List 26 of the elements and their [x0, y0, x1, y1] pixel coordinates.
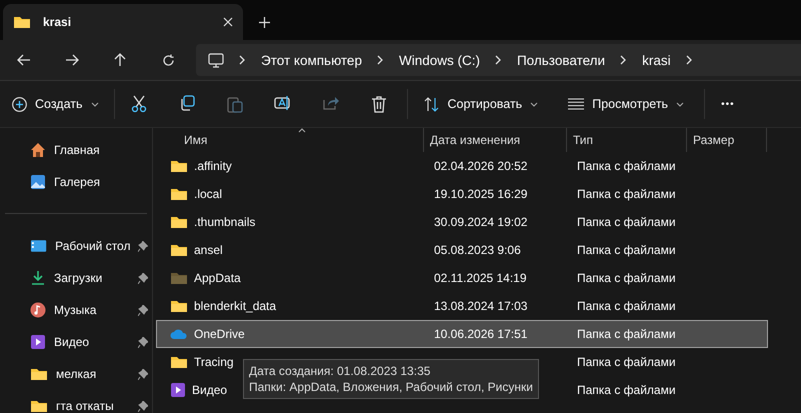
date-cell: 05.08.2023 9:06 — [434, 243, 521, 257]
type-cell: Папка с файлами — [577, 383, 676, 397]
type-cell: Папка с файлами — [577, 187, 676, 201]
type-cell: Папка с файлами — [577, 327, 676, 341]
type-cell: Папка с файлами — [577, 355, 676, 369]
date-cell: 02.11.2025 14:19 — [434, 271, 527, 285]
date-cell: 10.06.2026 17:51 — [434, 327, 528, 341]
type-cell: Папка с файлами — [577, 215, 676, 229]
file-name: blenderkit_data — [194, 299, 276, 313]
type-cell: Папка с файлами — [577, 159, 676, 173]
file-name: OneDrive — [194, 327, 245, 341]
file-name: ansel — [194, 243, 223, 257]
file-name: .affinity — [194, 159, 232, 173]
file-name: AppData — [194, 271, 241, 285]
file-name: .local — [194, 187, 222, 201]
file-name: Видео — [192, 383, 228, 397]
type-cell: Папка с файлами — [577, 271, 676, 285]
date-cell: 02.04.2026 20:52 — [434, 159, 528, 173]
type-cell: Папка с файлами — [577, 299, 676, 313]
date-cell: 19.10.2025 16:29 — [434, 187, 528, 201]
type-cell: Папка с файлами — [577, 243, 676, 257]
file-name: Tracing — [194, 355, 234, 369]
tooltip: Дата создания: 01.08.2023 13:35 Папки: AppData, Вложения, Рабочий стол, Рисунки — [243, 359, 539, 399]
date-cell: 13.08.2024 17:03 — [434, 299, 528, 313]
file-name: .thumbnails — [194, 215, 256, 229]
date-cell: 30.09.2024 19:02 — [434, 215, 528, 229]
